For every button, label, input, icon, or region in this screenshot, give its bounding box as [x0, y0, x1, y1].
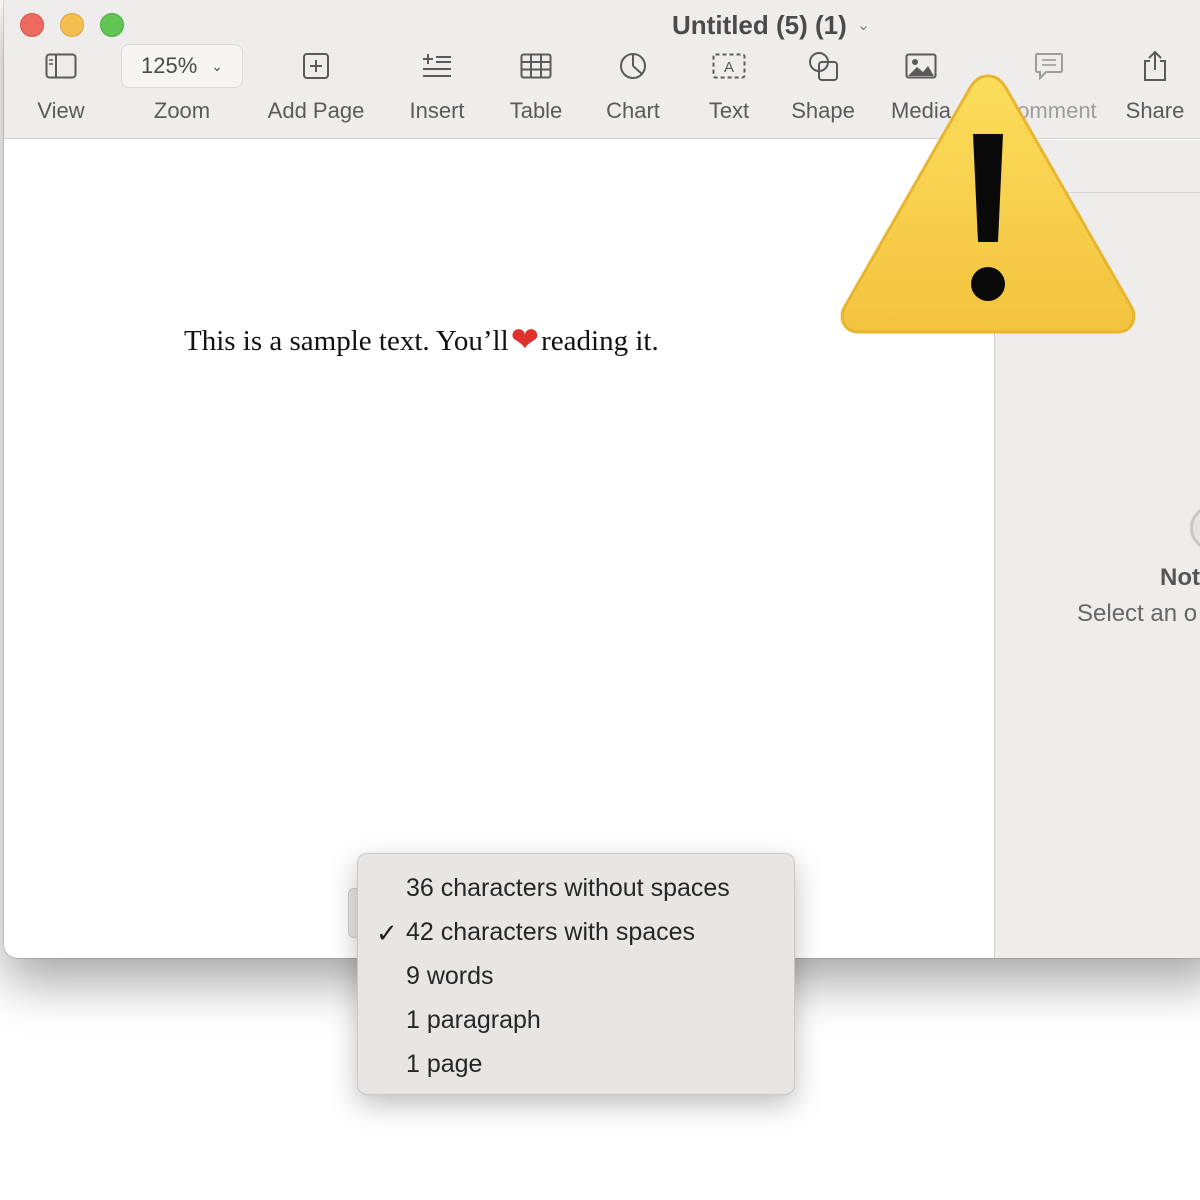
text-label: Text	[708, 98, 750, 123]
add-page-label: Add Page	[267, 98, 365, 123]
zoom-window-button[interactable]	[100, 13, 124, 37]
heart-emoji-icon: ❤	[510, 322, 540, 359]
text-button[interactable]: A Text	[704, 44, 754, 134]
insert-button[interactable]: Insert	[404, 44, 470, 134]
sidebar-title: Not	[1160, 564, 1200, 591]
zoom-label: Zoom	[153, 98, 211, 123]
menu-item-pages[interactable]: 1 page	[358, 1042, 794, 1086]
checkmark-icon: ✓	[376, 918, 398, 948]
view-label: View	[37, 98, 85, 123]
chevron-down-icon: ⌄	[856, 17, 871, 34]
svg-text:A: A	[724, 59, 734, 76]
sidebar-hint: Select an o	[1077, 600, 1198, 627]
warning-icon	[840, 74, 1136, 334]
menu-item-label: 9 words	[406, 961, 494, 990]
table-button[interactable]: Table	[504, 44, 568, 134]
menu-item-words[interactable]: 9 words	[358, 954, 794, 998]
text-before-emoji: This is a sample text. You’ll	[184, 324, 509, 357]
menu-item-label: 1 paragraph	[406, 1005, 541, 1034]
share-icon	[1141, 44, 1169, 88]
menu-item-paragraphs[interactable]: 1 paragraph	[358, 998, 794, 1042]
document-body-text[interactable]: This is a sample text. You’ll ❤ reading …	[184, 324, 659, 358]
menu-item-characters-with-spaces[interactable]: ✓ 42 characters with spaces	[358, 910, 794, 954]
add-page-icon	[302, 44, 330, 88]
add-page-button[interactable]: Add Page	[266, 44, 366, 134]
word-count-menu: 36 characters without spaces ✓ 42 charac…	[357, 853, 795, 1095]
chart-label: Chart	[606, 98, 660, 123]
text-box-icon: A	[712, 44, 746, 88]
insert-label: Insert	[409, 98, 465, 123]
chart-button[interactable]: Chart	[600, 44, 666, 134]
menu-item-characters-without-spaces[interactable]: 36 characters without spaces	[358, 866, 794, 910]
chevron-down-icon: ⌄	[211, 57, 223, 74]
zoom-select[interactable]: 125% ⌄	[121, 44, 243, 88]
table-icon	[520, 44, 552, 88]
menu-item-label: 42 characters with spaces	[406, 917, 696, 946]
menu-item-label: 36 characters without spaces	[406, 873, 730, 902]
zoom-value: 125%	[140, 53, 198, 78]
document-title[interactable]: Untitled (5) (1) ⌄	[672, 10, 870, 40]
shape-icon	[807, 44, 839, 88]
chart-icon	[618, 44, 648, 88]
menu-item-label: 1 page	[406, 1049, 483, 1078]
sidebar-placeholder-icon	[1190, 505, 1200, 551]
document-title-text: Untitled (5) (1)	[672, 9, 847, 40]
close-window-button[interactable]	[20, 13, 44, 37]
text-after-emoji: reading it.	[541, 324, 659, 357]
minimize-window-button[interactable]	[60, 13, 84, 37]
table-label: Table	[509, 98, 563, 123]
insert-icon	[422, 44, 452, 88]
view-button[interactable]: View	[34, 44, 88, 134]
zoom-control[interactable]: 125% ⌄ Zoom	[120, 44, 244, 134]
sidebar-icon	[45, 44, 77, 88]
